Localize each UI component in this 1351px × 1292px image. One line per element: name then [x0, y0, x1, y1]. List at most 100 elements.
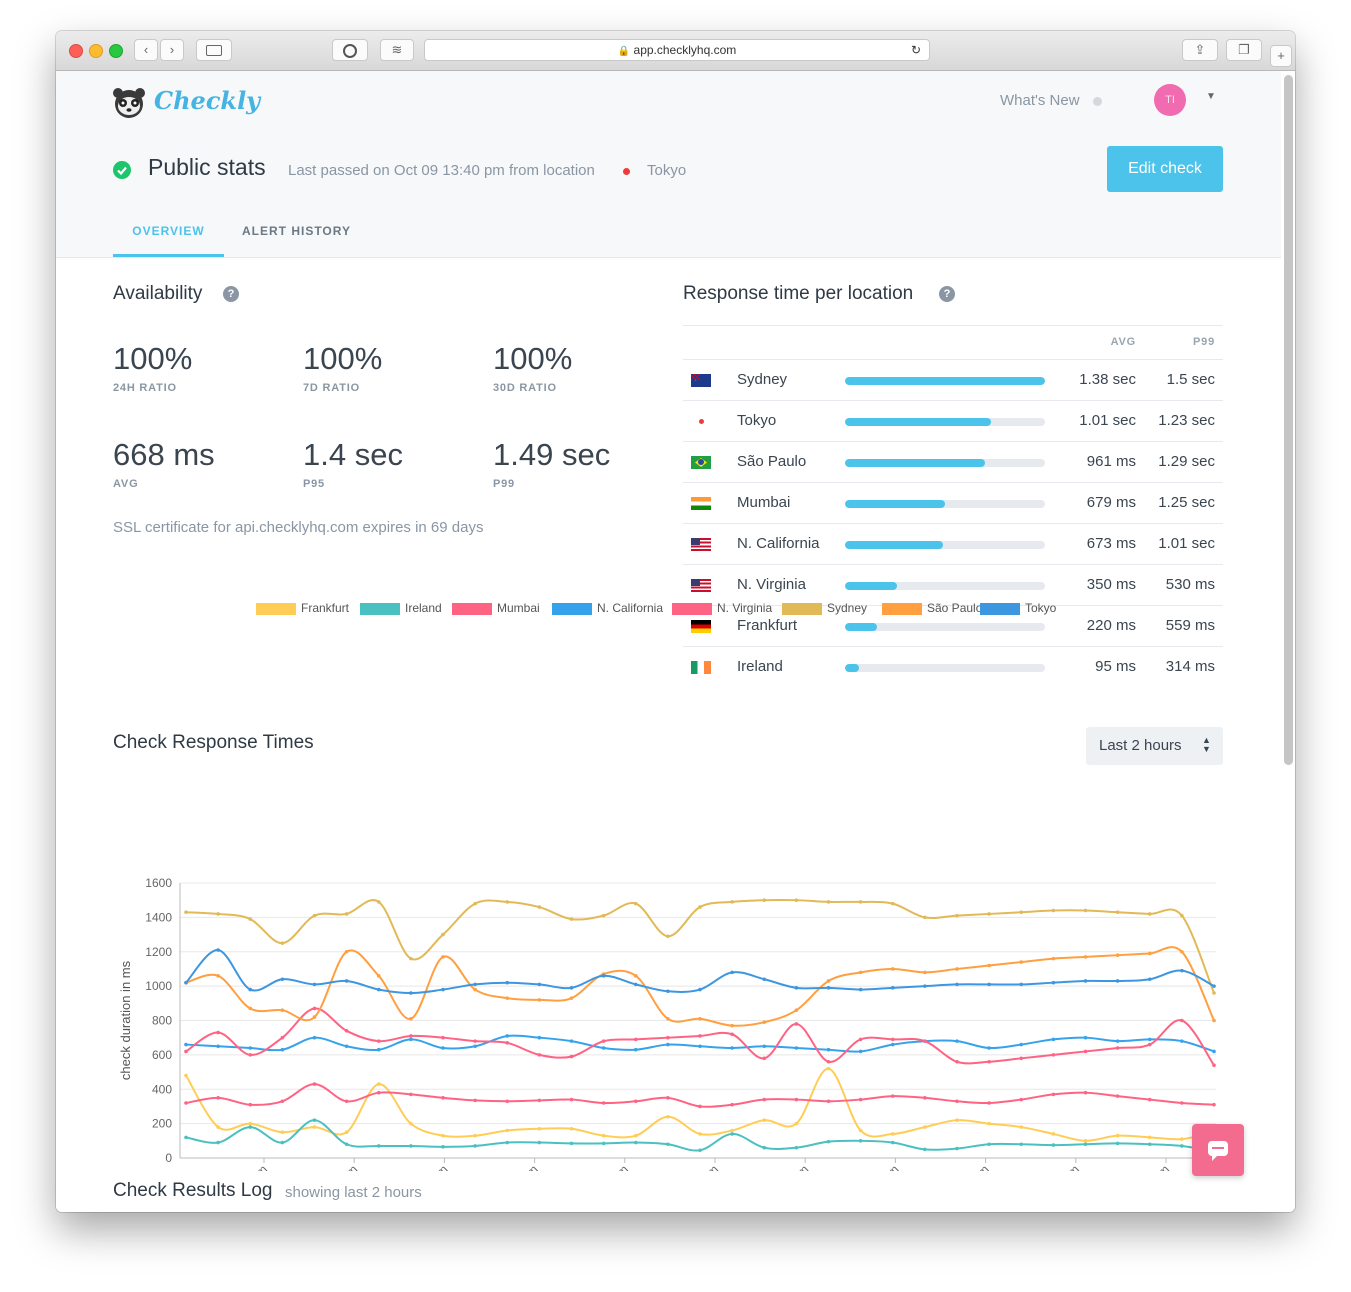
logo[interactable]: Checkly — [112, 86, 260, 124]
location-name: Mumbai — [737, 494, 791, 511]
extension-button[interactable] — [332, 39, 368, 61]
tab-overview[interactable]: OVERVIEW — [113, 221, 224, 257]
data-point-ireland — [184, 1135, 188, 1140]
location-avg: 1.01 sec — [1079, 412, 1136, 429]
new-tab-button[interactable]: + — [1270, 45, 1292, 67]
legend-item[interactable]: Ireland — [360, 601, 442, 615]
results-log-subtitle: showing last 2 hours — [285, 1184, 422, 1201]
data-point-mumbai — [762, 1097, 767, 1102]
reload-icon[interactable]: ↻ — [911, 40, 921, 60]
data-point-n-virginia — [1147, 1042, 1152, 1047]
data-point-n-california — [633, 1047, 638, 1052]
legend-swatch — [782, 602, 822, 615]
zoom-window-button[interactable] — [109, 44, 123, 58]
availability-help-icon[interactable]: ? — [223, 286, 239, 302]
data-point-frankfurt — [923, 1125, 927, 1129]
address-bar[interactable]: 🔒 app.checklyhq.com ↻ — [424, 39, 930, 61]
sidebar-toggle-button[interactable] — [196, 39, 232, 61]
data-point-tokyo — [730, 970, 734, 975]
legend-item[interactable]: São Paulo — [882, 601, 982, 615]
legend-label: São Paulo — [927, 601, 983, 615]
forward-button[interactable]: › — [160, 39, 184, 61]
data-point-s-o-paulo — [1051, 956, 1056, 961]
page-scrollbar[interactable] — [1284, 75, 1293, 765]
user-menu-caret-icon[interactable]: ▼ — [1206, 91, 1216, 102]
sidebar-icon — [206, 45, 222, 57]
data-point-ireland — [826, 1139, 831, 1144]
layers-icon: ≋ — [391, 42, 403, 57]
legend-item[interactable]: Sydney — [782, 601, 867, 615]
legend-label: Frankfurt — [301, 601, 350, 615]
legend-item[interactable]: Frankfurt — [256, 601, 349, 615]
data-point-sydney — [890, 901, 895, 906]
logo-text: Checkly — [154, 86, 261, 115]
close-window-button[interactable] — [69, 44, 83, 58]
data-point-frankfurt — [762, 1118, 767, 1122]
location-bar — [845, 459, 1045, 467]
location-bar-fill — [845, 377, 1045, 385]
avatar[interactable]: TI — [1154, 84, 1186, 116]
share-button[interactable]: ⇪ — [1182, 39, 1218, 61]
location-p99: 1.23 sec — [1158, 412, 1215, 429]
browser-toolbar: ‹ › ≋ 🔒 app.checklyhq.com ↻ ⇪ ❐ + — [56, 31, 1295, 71]
stat-value: 1.49 sec — [493, 437, 611, 472]
location-bar — [845, 377, 1045, 385]
y-tick-label: 600 — [152, 1048, 172, 1062]
data-point-s-o-paulo — [248, 1006, 253, 1011]
legend-item[interactable]: Tokyo — [980, 601, 1056, 615]
data-point-sydney — [569, 917, 574, 921]
data-point-tokyo — [826, 986, 831, 990]
data-point-sydney — [537, 905, 542, 909]
whats-new-link[interactable]: What's New — [1000, 92, 1080, 109]
response-help-icon[interactable]: ? — [939, 286, 955, 302]
tabs-overview-button[interactable]: ❐ — [1226, 39, 1262, 61]
location-avg: 961 ms — [1086, 453, 1136, 470]
results-log-title: Check Results Log — [113, 1180, 273, 1201]
chat-widget-button[interactable] — [1192, 1124, 1244, 1176]
data-point-sydney — [184, 910, 188, 915]
minimize-window-button[interactable] — [89, 44, 103, 58]
tab-alert-history[interactable]: ALERT HISTORY — [234, 221, 359, 257]
location-table-header: AVG P99 — [683, 325, 1223, 360]
data-point-sydney — [1019, 910, 1024, 915]
data-point-n-virginia — [698, 1034, 702, 1038]
data-point-tokyo — [858, 987, 863, 992]
data-point-mumbai — [441, 1096, 445, 1100]
location-row: São Paulo 961 ms 1.29 sec — [683, 441, 1223, 483]
layers-button[interactable]: ≋ — [380, 39, 414, 61]
jp-flag-icon — [691, 415, 711, 428]
data-point-tokyo — [666, 989, 670, 994]
legend-item[interactable]: Mumbai — [452, 601, 540, 615]
legend-item[interactable]: N. Virginia — [672, 601, 772, 615]
back-button[interactable]: ‹ — [134, 39, 158, 61]
data-point-frankfurt — [216, 1125, 220, 1129]
data-point-mumbai — [280, 1099, 285, 1104]
data-point-mumbai — [826, 1099, 831, 1104]
legend-item[interactable]: N. California — [552, 601, 663, 615]
tab-active-underline — [113, 254, 224, 257]
location-bar-fill — [845, 541, 943, 549]
ssl-note: SSL certificate for api.checklyhq.com ex… — [113, 519, 484, 536]
data-point-mumbai — [923, 1096, 927, 1100]
location-p99: 1.5 sec — [1166, 371, 1215, 388]
data-point-sydney — [955, 913, 959, 918]
data-point-n-virginia — [312, 1006, 317, 1011]
data-point-tokyo — [1115, 979, 1120, 983]
series-line-n-california — [185, 1034, 1215, 1053]
data-point-frankfurt — [858, 1128, 863, 1133]
x-tick-label: 12:10 pm — [405, 1162, 450, 1171]
location-row: ✶ Sydney 1.38 sec 1.5 sec — [683, 359, 1223, 401]
data-point-s-o-paulo — [1180, 949, 1184, 954]
data-point-ireland — [923, 1147, 927, 1152]
data-point-sydney — [216, 912, 220, 916]
data-point-mumbai — [1180, 1101, 1184, 1105]
data-point-n-california — [666, 1042, 670, 1047]
last-location: Tokyo — [647, 162, 687, 179]
edit-check-button[interactable]: Edit check — [1107, 146, 1223, 192]
stat-value: 100% — [113, 341, 193, 376]
data-point-sydney — [312, 913, 317, 918]
data-point-n-virginia — [858, 1037, 863, 1042]
data-point-mumbai — [698, 1104, 702, 1109]
data-point-n-california — [376, 1047, 381, 1052]
data-point-sydney — [826, 900, 831, 904]
